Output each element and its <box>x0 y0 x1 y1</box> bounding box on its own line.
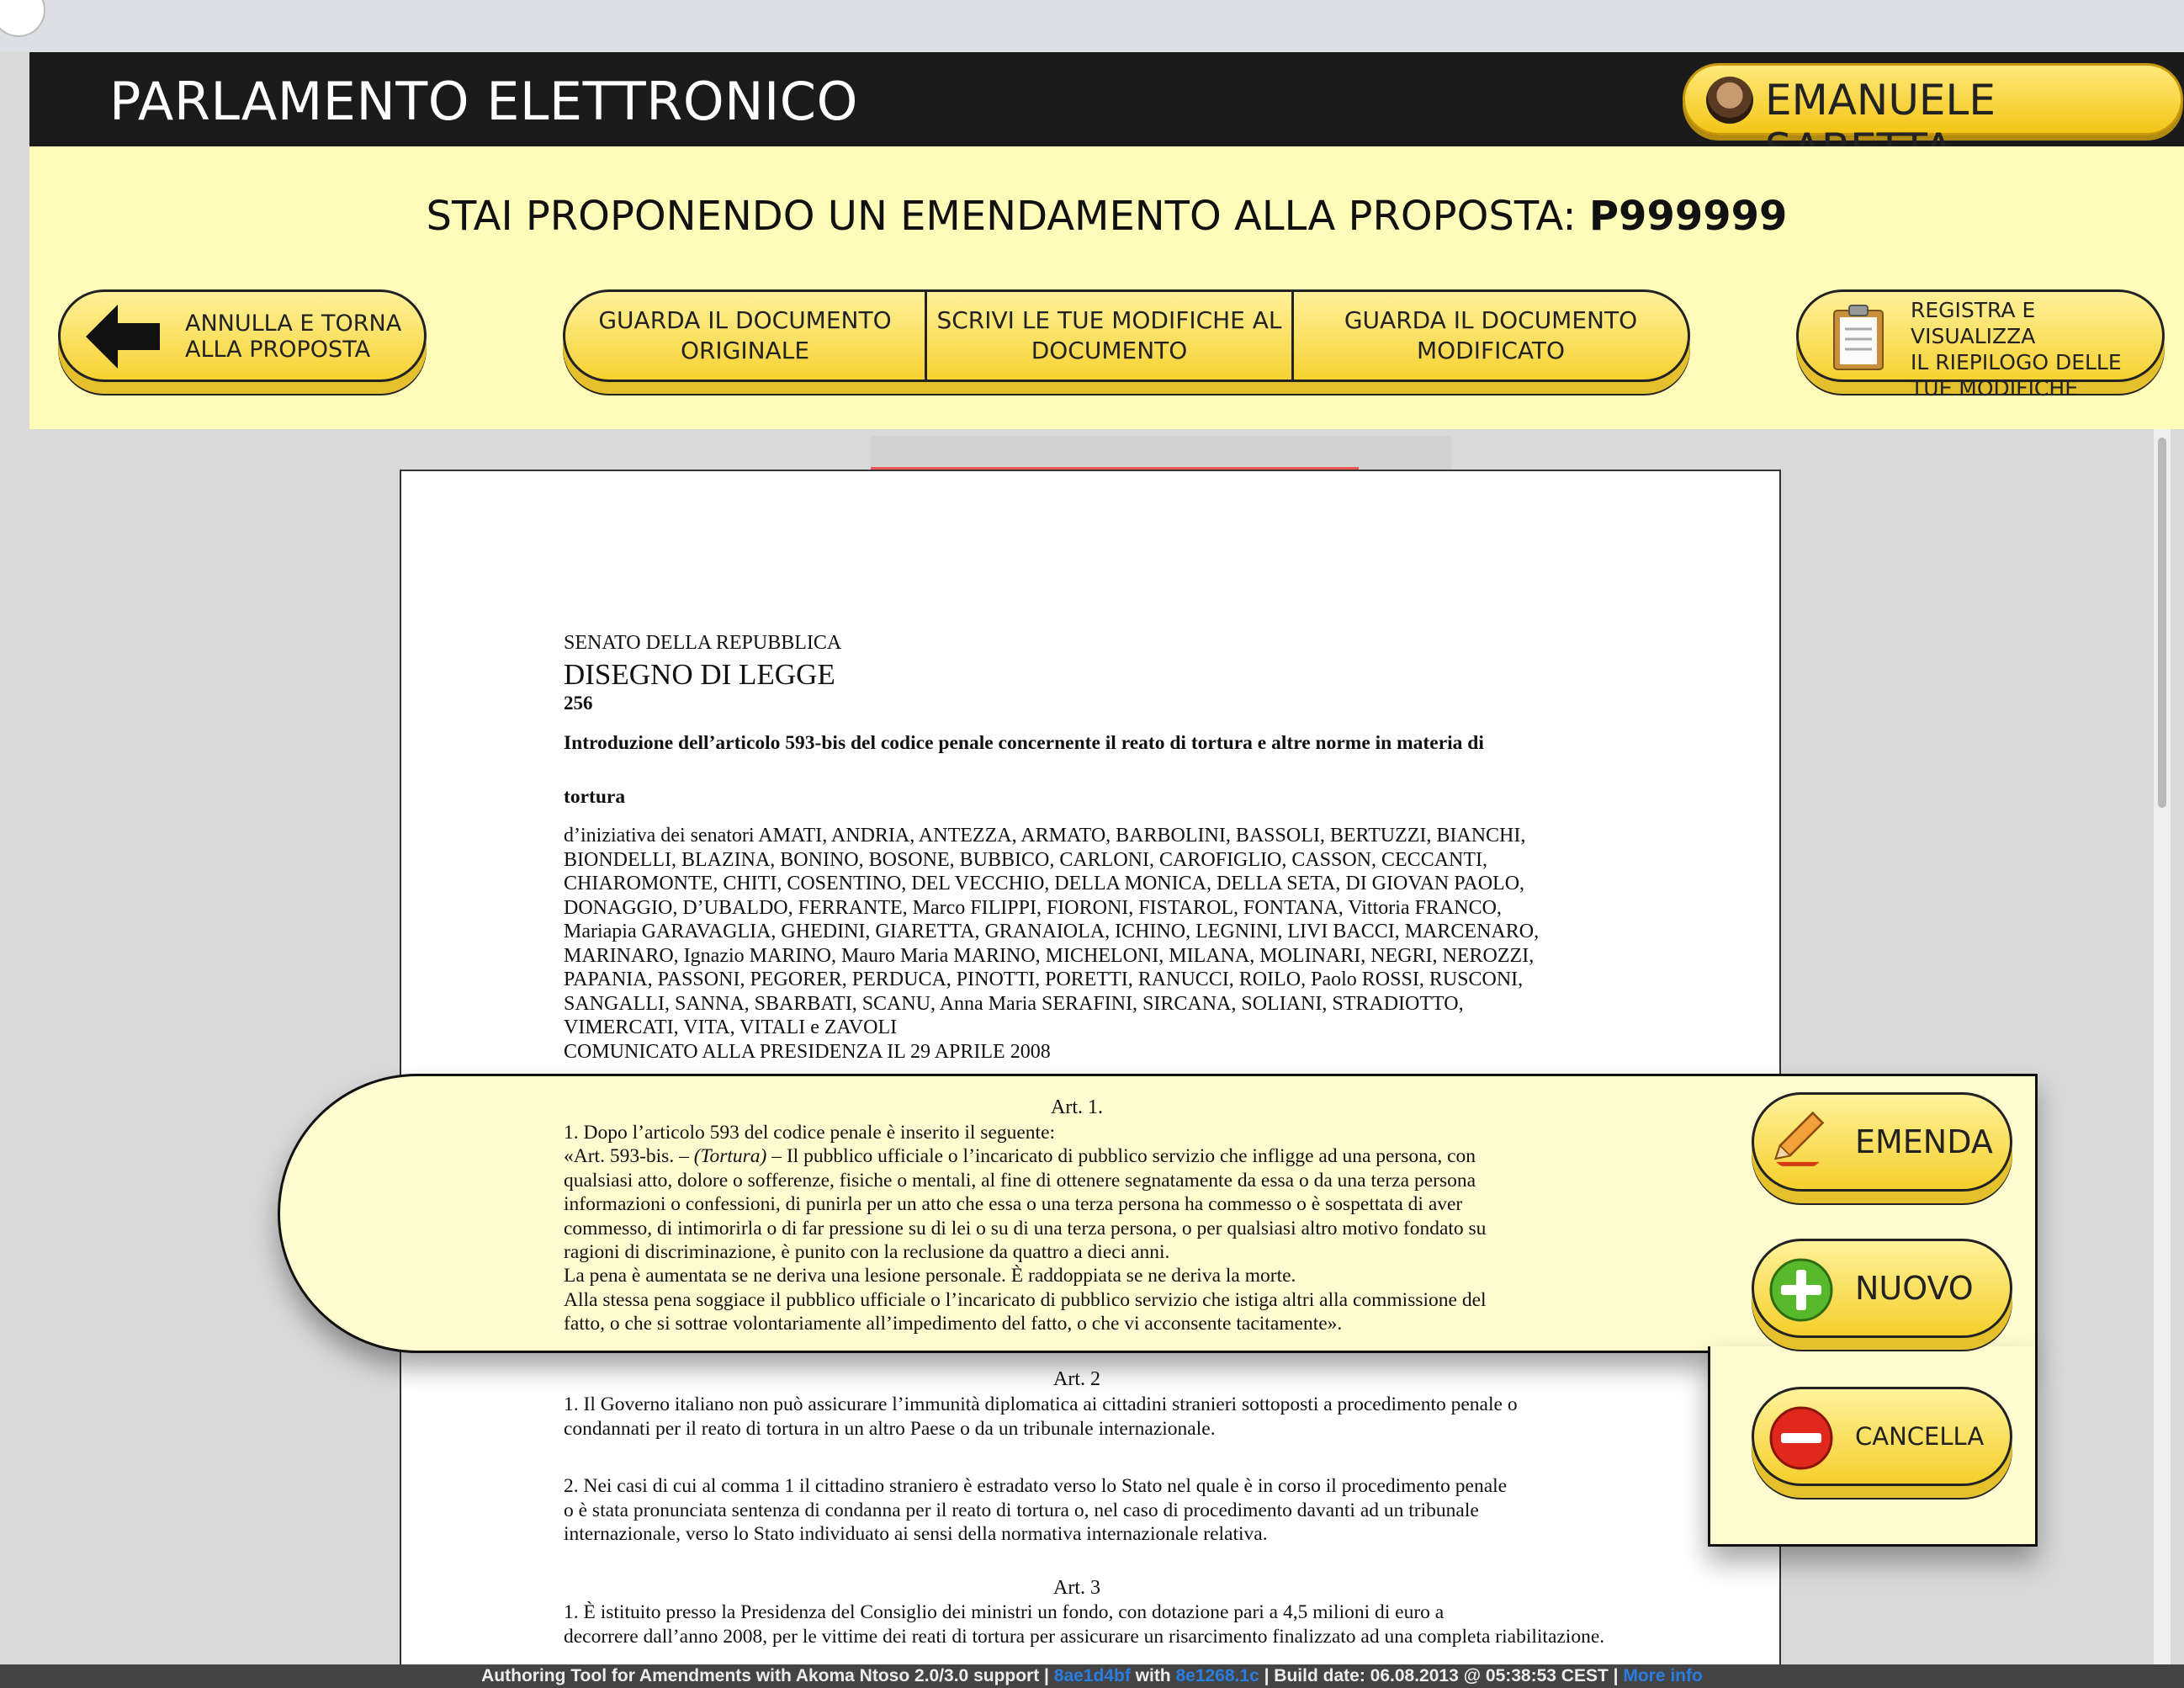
page-title: STAI PROPONENDO UN EMENDAMENTO ALLA PROP… <box>29 193 2184 240</box>
tab-original[interactable]: GUARDA IL DOCUMENTO ORIGINALE <box>565 292 927 380</box>
build-footer: Authoring Tool for Amendments with Akoma… <box>0 1664 2184 1688</box>
sponsors-line: DONAGGIO, D’UBALDO, FERRANTE, Marco FILI… <box>564 896 1502 919</box>
app-titlebar: PARLAMENTO ELETTRONICO EMANUELE SABETTA <box>29 52 2184 173</box>
art1-body: 1. Dopo l’articolo 593 del codice penale… <box>564 1121 1487 1336</box>
art3-heading: Art. 3 <box>1053 1577 1100 1599</box>
pencil-icon <box>1768 1111 1830 1166</box>
tab-edit-line2: DOCUMENTO <box>1031 337 1188 364</box>
art1-line2-a: «Art. 593-bis. – <box>564 1145 694 1168</box>
minus-circle-icon <box>1769 1406 1833 1470</box>
art2-line: 1. Il Governo italiano non può assicurar… <box>564 1393 1518 1415</box>
art3-body: 1. È istituito presso la Presidenza del … <box>564 1600 1604 1648</box>
art2-paragraph1: 1. Il Governo italiano non può assicurar… <box>564 1393 1518 1441</box>
tab-original-line2: ORIGINALE <box>680 337 810 364</box>
art2-line: o è stata pronunciata sentenza di condan… <box>564 1499 1479 1521</box>
proposal-prefix: STAI PROPONENDO UN EMENDAMENTO ALLA PROP… <box>426 193 1577 240</box>
art1-line: commesso, di intimorirla o di far pressi… <box>564 1217 1487 1239</box>
view-tabs: GUARDA IL DOCUMENTO ORIGINALE SCRIVI LE T… <box>563 289 1690 382</box>
tab-modified[interactable]: GUARDA IL DOCUMENTO MODIFICATO <box>1294 292 1688 380</box>
art1-line2-b: (Tortura) <box>693 1145 767 1168</box>
art2-line: 2. Nei casi di cui al comma 1 il cittadi… <box>564 1475 1508 1497</box>
emend-button[interactable]: EMENDA <box>1752 1092 2012 1192</box>
new-button[interactable]: NUOVO <box>1752 1239 2012 1338</box>
sponsors-line: Mariapia GARAVAGLIA, GHEDINI, GIARETTA, … <box>564 921 1540 942</box>
emend-label: EMENDA <box>1855 1123 1993 1160</box>
footer-text: with <box>1130 1666 1176 1685</box>
art2-line: internazionale, verso lo Stato individua… <box>564 1523 1268 1545</box>
bill-kind: DISEGNO DI LEGGE <box>564 658 835 691</box>
plus-circle-icon <box>1769 1258 1833 1322</box>
sponsors-block: d’iniziativa dei senatori AMATI, ANDRIA,… <box>564 824 1539 1064</box>
footer-text: Authoring Tool for Amendments with Akoma… <box>481 1666 1054 1685</box>
art1-line: Alla stessa pena soggiace il pubblico uf… <box>564 1288 1487 1311</box>
window-top-strip <box>0 0 2184 52</box>
communicated-line: COMUNICATO ALLA PRESIDENZA IL 29 APRILE … <box>564 1040 1051 1063</box>
new-label: NUOVO <box>1855 1270 1974 1307</box>
scrollbar-thumb[interactable] <box>2158 438 2166 808</box>
bill-title-line2: tortura <box>564 786 626 808</box>
tab-original-line1: GUARDA IL DOCUMENTO <box>598 306 892 334</box>
back-to-proposal-button[interactable]: ANNULLA E TORNA ALLA PROPOSTA <box>58 289 427 382</box>
register-summary-button[interactable]: REGISTRA E VISUALIZZA IL RIEPILOGO DELLE… <box>1796 289 2165 401</box>
tab-edit[interactable]: SCRIVI LE TUE MODIFICHE AL DOCUMENTO <box>927 292 1294 380</box>
tab-modified-line1: GUARDA IL DOCUMENTO <box>1344 306 1638 334</box>
art1-line: «Art. 593-bis. – (Tortura) – Il pubblico… <box>564 1144 1487 1168</box>
bill-number: 256 <box>564 693 593 714</box>
back-label-line1: ANNULLA E TORNA <box>185 311 402 337</box>
art1-line2-c: – Il pubblico ufficiale o l’incaricato d… <box>766 1145 1476 1168</box>
delete-button[interactable]: CANCELLA <box>1752 1387 2012 1486</box>
sponsors-line: SANGALLI, SANNA, SBARBATI, SCANU, Anna M… <box>564 992 1464 1015</box>
tab-edit-line1: SCRIVI LE TUE MODIFICHE AL <box>936 306 1282 334</box>
delete-label: CANCELLA <box>1855 1422 1985 1451</box>
register-label-line1: REGISTRA E VISUALIZZA <box>1911 298 2036 348</box>
art3-line: decorrere dall’anno 2008, per le vittime… <box>564 1625 1605 1648</box>
senate-heading: SENATO DELLA REPUBBLICA <box>564 632 842 654</box>
art1-line: 1. Dopo l’articolo 593 del codice penale… <box>564 1122 1056 1144</box>
sponsors-line: PAPANIA, PASSONI, PEGORER, PERDUCA, PINO… <box>564 969 1524 990</box>
footer-text: | Build date: 06.08.2013 @ 05:38:53 CEST… <box>1259 1666 1624 1685</box>
footer-link-commit[interactable]: 8ae1d4bf <box>1054 1666 1131 1685</box>
register-label-line3: TUE MODIFICHE <box>1911 376 2078 401</box>
user-button[interactable]: EMANUELE SABETTA <box>1683 63 2183 173</box>
app-title: PARLAMENTO ELETTRONICO <box>109 71 858 132</box>
sponsors-line: d’iniziativa dei senatori AMATI, ANDRIA,… <box>564 825 1526 847</box>
vertical-scrollbar[interactable] <box>2154 429 2171 1666</box>
art1-line: ragioni di discriminazione, è punito con… <box>564 1241 1170 1264</box>
avatar <box>1706 77 1753 124</box>
sponsors-line: VIMERCATI, VITA, VITALI e ZAVOLI <box>564 1017 898 1038</box>
art1-line: qualsiasi atto, dolore o sofferenze, fis… <box>564 1169 1476 1192</box>
proposal-header: STAI PROPONENDO UN EMENDAMENTO ALLA PROP… <box>29 146 2184 429</box>
art1-line: fatto, o che si sottrae volontariamente … <box>564 1313 1343 1335</box>
page-top-strip <box>871 436 1451 470</box>
footer-link-version[interactable]: 8e1268.1c <box>1175 1666 1259 1685</box>
art3-line: 1. È istituito presso la Presidenza del … <box>564 1601 1445 1623</box>
bill-title-line1: Introduzione dell’articolo 593-bis del c… <box>564 732 1484 754</box>
art2-line: condannati per il reato di tortura in un… <box>564 1417 1216 1440</box>
proposal-code: P999999 <box>1588 193 1788 240</box>
art1-line: La pena è aumentata se ne deriva una les… <box>564 1265 1296 1287</box>
arrow-left-icon <box>86 305 160 369</box>
sponsors-line: BIONDELLI, BLAZINA, BONINO, BOSONE, BUBB… <box>564 848 1488 871</box>
sponsors-line: CHIAROMONTE, CHITI, COSENTINO, DEL VECCH… <box>564 873 1525 894</box>
footer-link-more-info[interactable]: More info <box>1623 1666 1703 1685</box>
back-label-line2: ALLA PROPOSTA <box>185 337 371 363</box>
register-label-line2: IL RIEPILOGO DELLE <box>1911 350 2122 374</box>
art2-paragraph2: 2. Nei casi di cui al comma 1 il cittadi… <box>564 1474 1507 1547</box>
sponsors-line: MARINARO, Ignazio MARINO, Mauro Maria MA… <box>564 944 1535 967</box>
clipboard-icon <box>1833 305 1884 370</box>
art1-line: informazioni o confessioni, di punirla p… <box>564 1193 1463 1216</box>
tab-modified-line2: MODIFICATO <box>1416 337 1566 364</box>
